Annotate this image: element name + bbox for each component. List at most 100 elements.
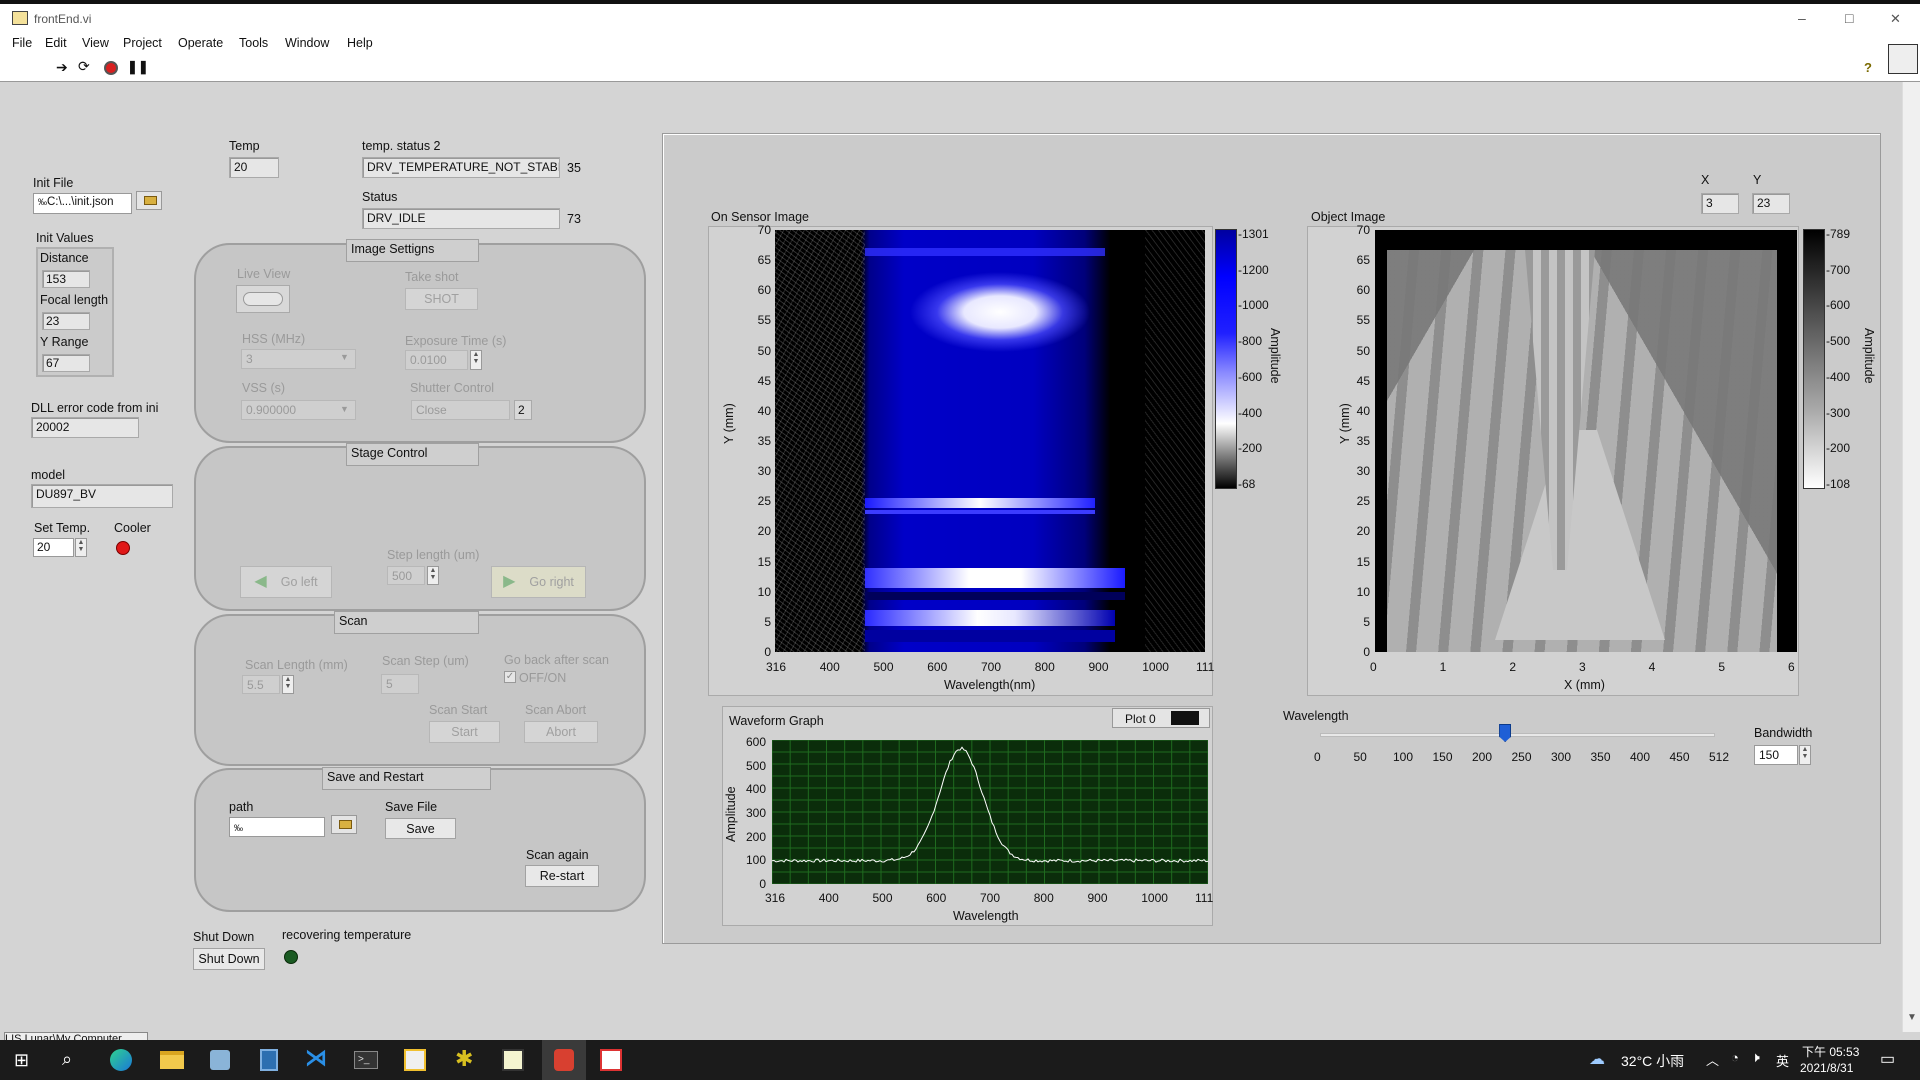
step-length-input[interactable]: 500 [387, 566, 425, 585]
y-tick-label: 35 [757, 434, 771, 448]
plot-app-icon[interactable]: ✱ [455, 1046, 473, 1072]
menu-help[interactable]: Help [347, 36, 373, 50]
menu-edit[interactable]: Edit [45, 36, 67, 50]
bandwidth-input[interactable]: 150 [1754, 745, 1798, 765]
model-value: DU897_BV [31, 484, 173, 508]
y-tick-label: 55 [1356, 313, 1370, 328]
menu-tools[interactable]: Tools [239, 36, 268, 50]
go-back-checkbox[interactable]: ✓ [504, 671, 516, 683]
sensor-title: On Sensor Image [711, 210, 809, 224]
labview-vi-icon[interactable] [600, 1049, 622, 1071]
exposure-input[interactable]: 0.0100 [405, 350, 468, 370]
menu-window[interactable]: Window [285, 36, 329, 50]
path-browse-button[interactable] [331, 815, 357, 834]
legend-line-icon [1171, 711, 1199, 725]
app-icon[interactable] [210, 1050, 230, 1070]
temp-status-code: 35 [567, 161, 581, 175]
network-icon[interactable]: ◔ [1731, 1050, 1739, 1065]
shutdown-button[interactable]: Shut Down [193, 948, 265, 970]
wavelength-tick-label: 100 [1393, 750, 1414, 764]
x-tick-label: 1000 [1141, 891, 1168, 905]
notification-icon[interactable]: ▭ [1880, 1049, 1895, 1069]
shutter-select[interactable]: Close [411, 400, 510, 420]
cooler-label: Cooler [114, 521, 151, 535]
live-view-toggle[interactable] [236, 285, 290, 313]
chevron-down-icon: ▼ [1907, 1012, 1917, 1023]
terminal-icon[interactable]: >_ [354, 1051, 378, 1069]
title-bar: frontEnd.vi – □ ✕ [0, 0, 1920, 32]
labview-icon[interactable] [404, 1049, 426, 1071]
plot-legend[interactable]: Plot 0 [1112, 708, 1210, 728]
start-button[interactable]: Start [429, 721, 500, 743]
weather-text[interactable]: 32°C 小雨 [1621, 1051, 1684, 1071]
scale-tick-label: -200 [1238, 441, 1263, 456]
wavelength-tick-label: 512 [1709, 750, 1730, 764]
search-icon[interactable]: ⌕ [62, 1049, 72, 1070]
init-file-path[interactable]: ‰C:\...\init.json [33, 193, 132, 214]
save-button[interactable]: Save [385, 818, 456, 839]
calculator-icon[interactable] [260, 1049, 278, 1071]
clock-time[interactable]: 下午 05:53 [1802, 1043, 1859, 1060]
abort-icon[interactable] [104, 61, 118, 75]
active-app-icon[interactable] [542, 1040, 586, 1080]
recovering-temperature-label: recovering temperature [282, 928, 412, 942]
wavelength-track[interactable] [1320, 733, 1715, 737]
menu-file[interactable]: File [12, 36, 32, 50]
go-right-button[interactable]: ▶ Go right [491, 566, 586, 598]
x-tick-label: 600 [926, 891, 947, 905]
scan-step-input[interactable]: 5 [381, 674, 419, 694]
y-tick-label: 25 [757, 494, 771, 509]
browse-folder-button[interactable] [136, 191, 162, 210]
scan-length-spinner[interactable]: ▲ ▼ [282, 675, 294, 694]
y-range-value: 67 [42, 354, 90, 372]
y-tick-label: 100 [745, 853, 766, 868]
path-input[interactable]: ‰ [229, 817, 325, 837]
run-arrow-icon[interactable]: ➔ [56, 59, 68, 76]
go-back-label: Go back after scan [504, 653, 609, 667]
close-button[interactable]: ✕ [1890, 11, 1901, 27]
hss-select[interactable]: 3 [241, 349, 356, 369]
pause-icon[interactable]: ❚❚ [127, 59, 149, 75]
weather-icon[interactable]: ☁ [1589, 1049, 1605, 1069]
y-tick-label: 10 [757, 584, 771, 599]
menu-project[interactable]: Project [123, 36, 162, 50]
file-explorer-icon[interactable] [160, 1051, 184, 1069]
minimize-button[interactable]: – [1798, 10, 1806, 26]
vss-select[interactable]: 0.900000 [241, 400, 356, 420]
x-tick-label: 900 [1087, 891, 1108, 905]
labview-project-icon[interactable] [502, 1049, 524, 1071]
wavelength-tick-label: 0 [1314, 750, 1321, 764]
edge-icon[interactable] [110, 1049, 132, 1071]
exposure-spinner[interactable]: ▲ ▼ [470, 350, 482, 370]
step-length-spinner[interactable]: ▲ ▼ [427, 566, 439, 585]
scan-length-input[interactable]: 5.5 [242, 675, 280, 694]
y-tick-label: 500 [745, 758, 766, 773]
help-icon[interactable]: ? [1864, 60, 1872, 75]
restart-button[interactable]: Re-start [525, 865, 599, 887]
go-left-button[interactable]: ◀ Go left [240, 566, 332, 598]
y-tick-label: 65 [1356, 253, 1370, 268]
model-label: model [31, 468, 66, 482]
y-tick-label: 600 [745, 735, 766, 749]
ime-language[interactable]: 英 [1776, 1051, 1789, 1070]
y-tick-label: 15 [1356, 554, 1370, 569]
cooler-led[interactable] [116, 541, 130, 555]
set-temp-input[interactable]: 20 [33, 538, 74, 557]
run-continuous-icon[interactable]: ⟳ [78, 58, 90, 75]
vscode-icon[interactable]: ⋊ [305, 1045, 327, 1071]
wavelength-label: Wavelength [1283, 709, 1349, 723]
clock-date[interactable]: 2021/8/31 [1800, 1061, 1853, 1075]
tray-chevron-icon[interactable]: ︿ [1706, 1050, 1719, 1069]
status-value: DRV_IDLE [362, 208, 560, 229]
windows-start-icon[interactable]: ⊞ [14, 1050, 29, 1071]
bandwidth-spinner[interactable]: ▲ ▼ [1799, 745, 1811, 765]
set-temp-spinner[interactable]: ▲ ▼ [75, 538, 87, 557]
abort-button[interactable]: Abort [524, 721, 598, 743]
vertical-scrollbar[interactable]: ▼ [1902, 82, 1920, 1032]
volume-icon[interactable]: 🕨 [1751, 1049, 1760, 1066]
shot-button[interactable]: SHOT [405, 288, 478, 310]
menu-operate[interactable]: Operate [178, 36, 223, 50]
temp-value: 20 [229, 157, 279, 178]
maximize-button[interactable]: □ [1845, 10, 1853, 26]
menu-view[interactable]: View [82, 36, 109, 50]
